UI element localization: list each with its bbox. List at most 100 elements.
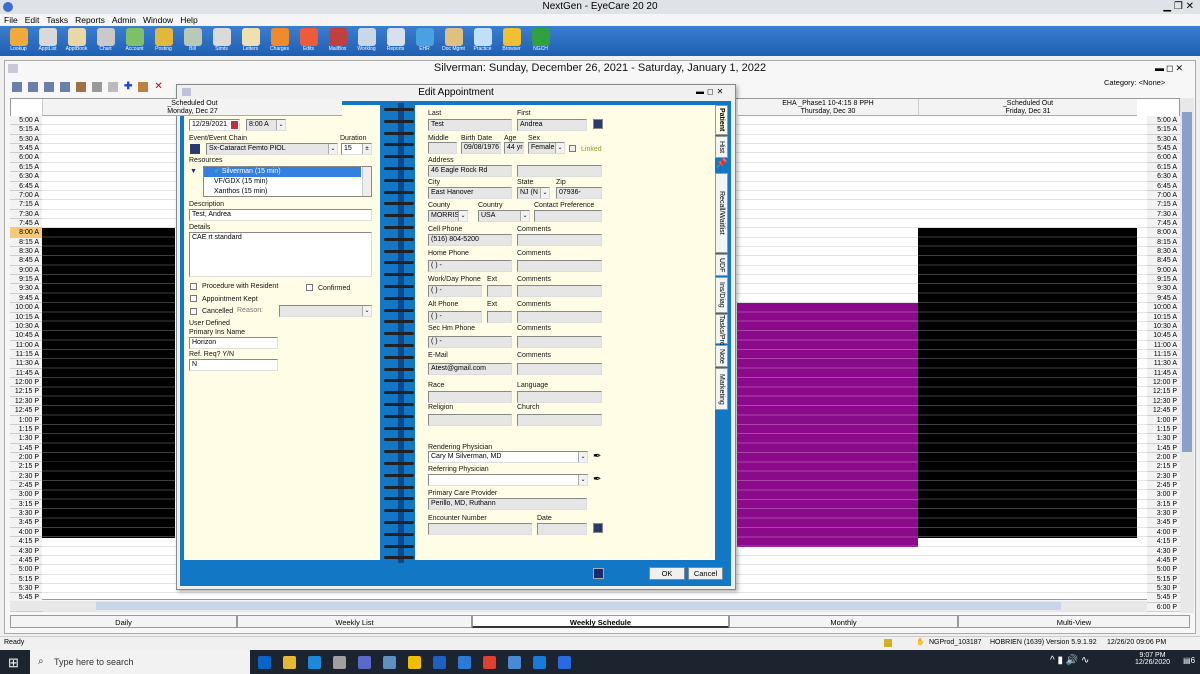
copy-icon[interactable]	[108, 82, 118, 92]
day-column-header[interactable]: _Scheduled Out Friday, Dec 31	[918, 99, 1137, 116]
menu-reports[interactable]: Reports	[75, 14, 105, 26]
empty-field[interactable]	[517, 414, 602, 426]
empty-phone-field[interactable]: ( ) -	[428, 311, 482, 323]
dropdown-arrow-icon[interactable]: ▼	[190, 168, 197, 175]
empty-field[interactable]	[487, 285, 512, 297]
city-field[interactable]: East Hanover	[428, 187, 512, 199]
sex-field[interactable]: Female ⌄	[528, 142, 565, 154]
patient-lookup-icon[interactable]	[593, 119, 603, 129]
resource-item[interactable]: VF/GDX (15 min)	[204, 177, 371, 187]
menu-file[interactable]: File	[4, 14, 18, 26]
chevron-down-icon[interactable]: ⌄	[458, 211, 467, 221]
dialog-window-controls[interactable]: ▬◻✕	[696, 87, 726, 96]
last-field[interactable]: Test	[428, 119, 512, 131]
empty-field[interactable]	[428, 523, 532, 535]
next-icon[interactable]	[60, 82, 70, 92]
taskbar-search[interactable]: ⌕ Type here to search	[30, 650, 250, 674]
cancelled-checkbox[interactable]	[190, 308, 197, 315]
toolbar-ehr-button[interactable]: EHR	[410, 26, 439, 56]
details-textarea[interactable]: CAE rt standard	[189, 232, 372, 277]
ok-button[interactable]: OK	[649, 567, 685, 580]
tab-marketing[interactable]: Marketing	[715, 368, 728, 410]
toolbar-mailbox-button[interactable]: MailBox	[323, 26, 352, 56]
toolbar-lookup-button[interactable]: Lookup	[4, 26, 33, 56]
ref-req-field[interactable]: N	[189, 359, 278, 371]
rendering-field[interactable]: Cary M Silverman, MD ⌄	[428, 451, 588, 463]
confirmed-checkbox[interactable]	[306, 284, 313, 291]
description-field[interactable]: Test, Andrea	[189, 209, 372, 221]
taskbar-app-icon[interactable]	[358, 656, 371, 669]
day-column-header[interactable]: _Scheduled Out Monday, Dec 27	[42, 99, 342, 116]
delete-icon[interactable]: ✕	[154, 82, 162, 92]
taskbar-app-icon[interactable]	[308, 656, 321, 669]
help-key-icon[interactable]	[593, 568, 604, 579]
pcp-field[interactable]: Perillo, MD, Ruthann	[428, 498, 587, 510]
toolbar-worklog-button[interactable]: Worklog	[352, 26, 381, 56]
edit-icon[interactable]	[138, 82, 149, 92]
state-field[interactable]: NJ (N ⌄	[517, 187, 550, 199]
tab-patient[interactable]: Patient	[715, 105, 728, 135]
empty-field[interactable]	[517, 285, 602, 297]
primary-ins-field[interactable]: Horizon	[189, 337, 278, 349]
event-select[interactable]: Sx-Cataract Femto PIOL ⌄	[206, 143, 338, 155]
view-tab-monthly[interactable]: Monthly	[729, 615, 958, 628]
taskbar-app-icon[interactable]	[283, 656, 296, 669]
tab-tasks-prov[interactable]: Tasks/Prov	[715, 314, 728, 349]
cancel-button[interactable]: Cancel	[688, 567, 723, 580]
time-select[interactable]: 8:00 A ⌄	[246, 119, 286, 131]
taskbar-app-icon[interactable]	[258, 656, 271, 669]
toolbar-posting-button[interactable]: Posting	[149, 26, 178, 56]
window-controls[interactable]: ▁ ❐ ✕	[1163, 0, 1194, 14]
tab-udf[interactable]: UDF	[715, 254, 728, 276]
menu-help[interactable]: Help	[180, 14, 197, 26]
empty-field[interactable]	[537, 523, 587, 535]
email-field[interactable]: Atest@gmail.com	[428, 363, 512, 375]
view-tab-multi-view[interactable]: Multi-View	[958, 615, 1190, 628]
toolbar-charges-button[interactable]: Charges	[265, 26, 294, 56]
first-field[interactable]: Andrea	[517, 119, 587, 131]
resources-scrollbar[interactable]	[362, 167, 371, 196]
toolbar-account-button[interactable]: Account	[120, 26, 149, 56]
view-tab-daily[interactable]: Daily	[10, 615, 237, 628]
middle-field[interactable]	[428, 142, 457, 154]
chevron-down-icon[interactable]: ⌄	[540, 188, 549, 198]
empty-field[interactable]	[517, 234, 602, 246]
empty-field[interactable]: ⌄	[428, 474, 588, 486]
toolbar-stmts-button[interactable]: Stmts	[207, 26, 236, 56]
chevron-down-icon[interactable]: ⌄	[276, 120, 285, 130]
taskbar-app-icon[interactable]	[533, 656, 546, 669]
empty-field[interactable]	[517, 165, 602, 177]
empty-field[interactable]	[517, 391, 602, 403]
chevron-down-icon[interactable]: ⌄	[555, 143, 564, 153]
empty-field[interactable]	[517, 311, 602, 323]
view-tab-weekly-schedule[interactable]: Weekly Schedule	[472, 615, 729, 628]
week-view-icon[interactable]	[28, 82, 38, 92]
empty-field[interactable]	[428, 391, 512, 403]
windows-start-icon[interactable]: ⊞	[8, 655, 19, 671]
cell-field[interactable]: (516) 804-5200	[428, 234, 512, 246]
calendar-icon[interactable]	[231, 121, 238, 129]
empty-phone-field[interactable]: ( ) -	[428, 285, 482, 297]
menu-edit[interactable]: Edit	[25, 14, 40, 26]
toolbar-ngch-button[interactable]: NGCH	[526, 26, 555, 56]
horizontal-scrollbar[interactable]	[10, 601, 1147, 611]
empty-phone-field[interactable]: ( ) -	[428, 336, 512, 348]
taskbar-app-icon[interactable]	[508, 656, 521, 669]
appointment-kept-checkbox[interactable]	[190, 295, 197, 302]
tab-note[interactable]: Note	[715, 345, 728, 367]
category-label[interactable]: Category: <None>	[1104, 78, 1165, 87]
empty-field[interactable]	[517, 363, 602, 375]
toolbar-reports-button[interactable]: Reports	[381, 26, 410, 56]
tab-hist[interactable]: Hist	[715, 136, 728, 158]
hand-icon[interactable]: ✋	[916, 637, 925, 649]
referring-physician-edit-icon[interactable]: ✒	[593, 474, 601, 485]
tab-ins-diag[interactable]: Ins/Diag	[715, 277, 728, 313]
view-tab-weekly-list[interactable]: Weekly List	[237, 615, 472, 628]
birth-field[interactable]: 09/08/1976	[461, 142, 501, 154]
link-icon[interactable]	[92, 82, 102, 92]
chevron-down-icon[interactable]: ⌄	[520, 211, 529, 221]
vertical-scrollbar[interactable]	[1180, 98, 1194, 613]
encounter-date-calendar-icon[interactable]	[593, 523, 603, 533]
taskbar-app-icon[interactable]	[383, 656, 396, 669]
event-lookup-icon[interactable]	[190, 144, 200, 154]
